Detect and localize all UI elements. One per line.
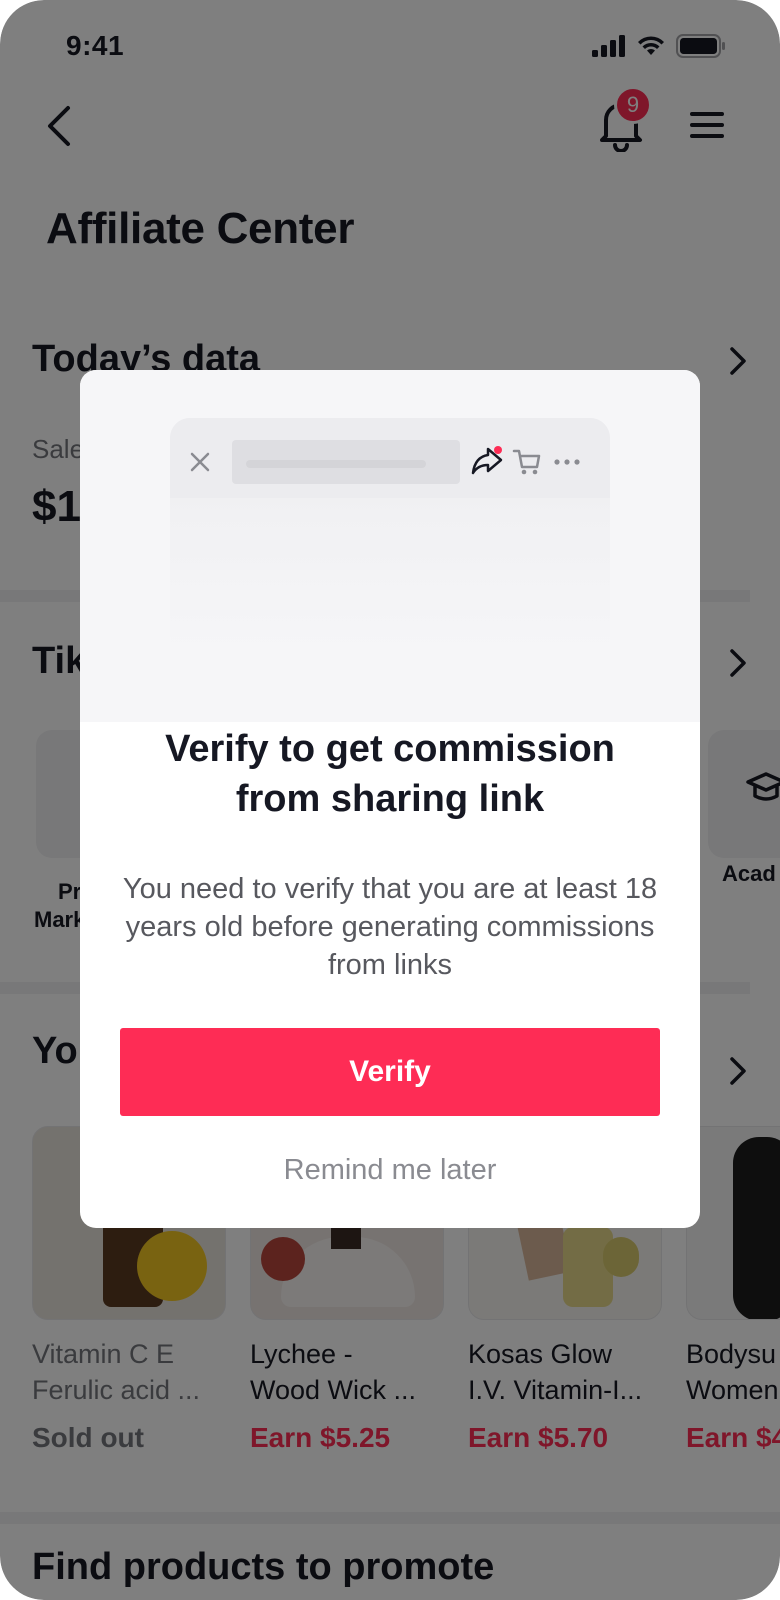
modal-illustration [80,370,700,722]
remind-me-later-button[interactable]: Remind me later [120,1144,660,1196]
modal-title-line: from sharing link [235,778,545,820]
browser-mockup [170,418,610,658]
share-arrow-icon [471,446,503,475]
verify-button[interactable]: Verify [120,1028,660,1116]
modal-title: Verify to get commission from sharing li… [80,724,700,824]
modal-title-line: Verify to get commission [165,728,615,770]
close-icon [190,452,210,472]
modal-body-text: You need to verify that you are at least… [122,873,658,981]
phone-screen: 9:41 [0,0,780,1600]
verify-modal: Verify to get commission from sharing li… [80,370,700,1228]
browser-mockup-toolbar [170,418,610,498]
cart-icon [512,449,541,475]
browser-mockup-url-bar [232,440,460,484]
more-options-icon [554,459,580,465]
